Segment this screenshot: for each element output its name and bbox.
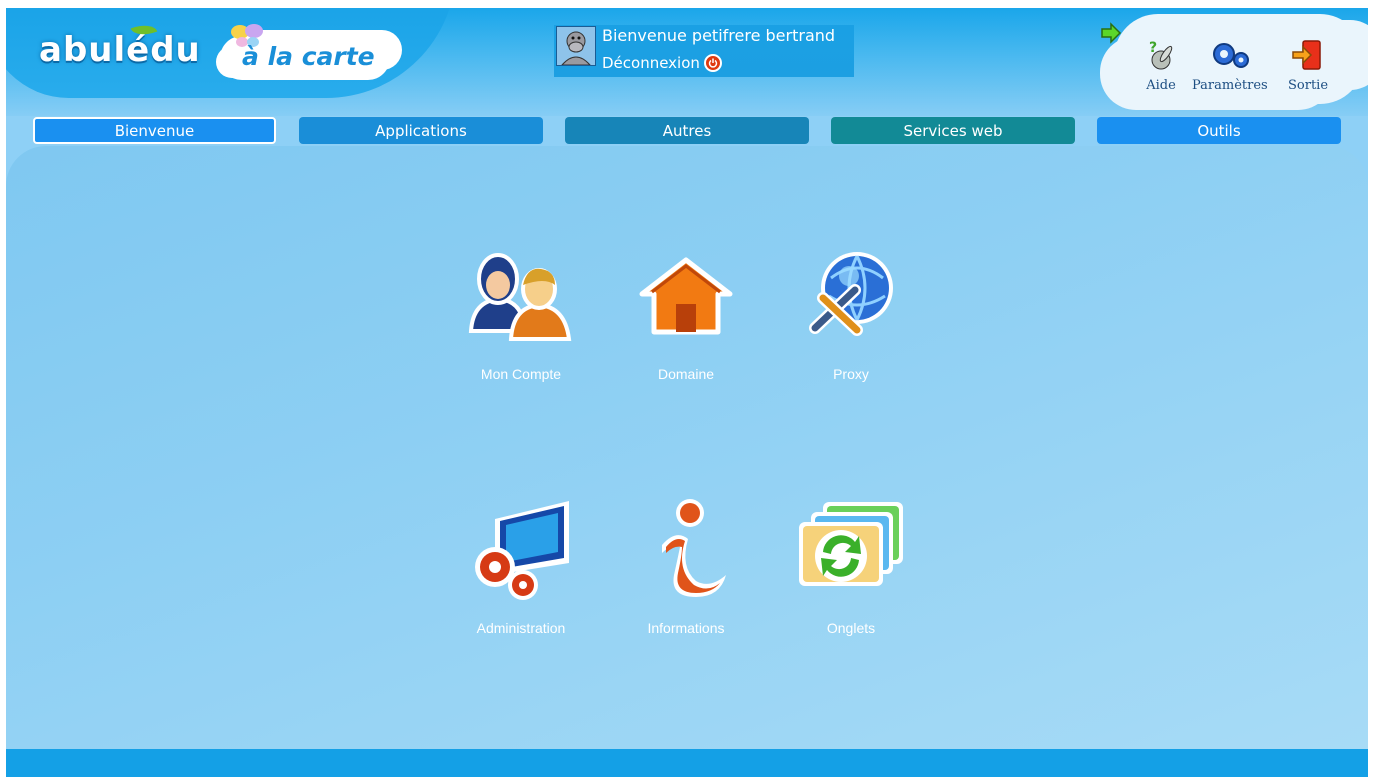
app-onglets[interactable]: Onglets [786, 500, 916, 636]
footer-bar [6, 749, 1368, 777]
header: abulédu à la carte Bienvenue petifrere b… [6, 8, 1368, 116]
tab-services-web[interactable]: Services web [831, 117, 1075, 144]
tab-applications[interactable]: Applications [299, 117, 543, 144]
logout-label: Déconnexion [602, 54, 700, 72]
app-informations[interactable]: Informations [621, 499, 751, 636]
alacarte-logo: à la carte [242, 42, 375, 71]
app-label: Administration [476, 620, 566, 636]
abuledu-logo[interactable]: abulédu [39, 30, 201, 70]
app-label: Proxy [833, 366, 869, 382]
tab-bar: Bienvenue Applications Autres Services w… [6, 116, 1368, 146]
house-icon [639, 257, 733, 335]
settings-label: Paramètres [1192, 78, 1268, 93]
app-mon-compte[interactable]: Mon Compte [456, 246, 586, 382]
logout-link[interactable]: Déconnexion [602, 54, 722, 72]
tab-label: Services web [903, 121, 1003, 140]
app-label: Informations [647, 620, 725, 636]
svg-text:?: ? [1149, 40, 1157, 56]
exit-button[interactable]: Sortie [1288, 38, 1328, 93]
welcome-text: Bienvenue petifrere bertrand [602, 26, 836, 45]
exit-label: Sortie [1288, 78, 1329, 93]
users-icon [468, 253, 572, 341]
settings-button[interactable]: Paramètres [1192, 38, 1268, 93]
tab-label: Bienvenue [114, 121, 195, 140]
avatar [556, 26, 596, 66]
gears-icon [1212, 43, 1249, 68]
refresh-tabs-icon [799, 502, 903, 586]
help-icon: ? [1149, 40, 1173, 70]
power-icon [703, 54, 722, 72]
help-label: Aide [1146, 78, 1176, 93]
info-icon [662, 499, 726, 597]
main-content: Mon Compte Domaine Proxy Administration … [6, 146, 1368, 749]
tab-label: Autres [662, 121, 712, 140]
tab-label: Applications [375, 121, 467, 140]
hippo-avatar-icon [557, 27, 595, 66]
monitor-gears-icon [475, 501, 569, 600]
tab-label: Outils [1197, 121, 1241, 140]
help-button[interactable]: ? Aide [1144, 38, 1178, 93]
app-frame: abulédu à la carte Bienvenue petifrere b… [6, 8, 1368, 777]
app-domaine[interactable]: Domaine [621, 246, 751, 382]
app-label: Onglets [826, 620, 876, 636]
app-label: Mon Compte [480, 366, 562, 382]
tab-bienvenue[interactable]: Bienvenue [33, 117, 276, 144]
app-administration[interactable]: Administration [456, 500, 586, 636]
app-proxy[interactable]: Proxy [786, 246, 916, 382]
tab-autres[interactable]: Autres [565, 117, 809, 144]
arrow-right-icon[interactable] [1100, 22, 1122, 44]
tab-outils[interactable]: Outils [1097, 117, 1341, 144]
exit-door-icon [1292, 40, 1321, 70]
app-label: Domaine [657, 366, 715, 382]
globe-tools-icon [809, 252, 893, 336]
